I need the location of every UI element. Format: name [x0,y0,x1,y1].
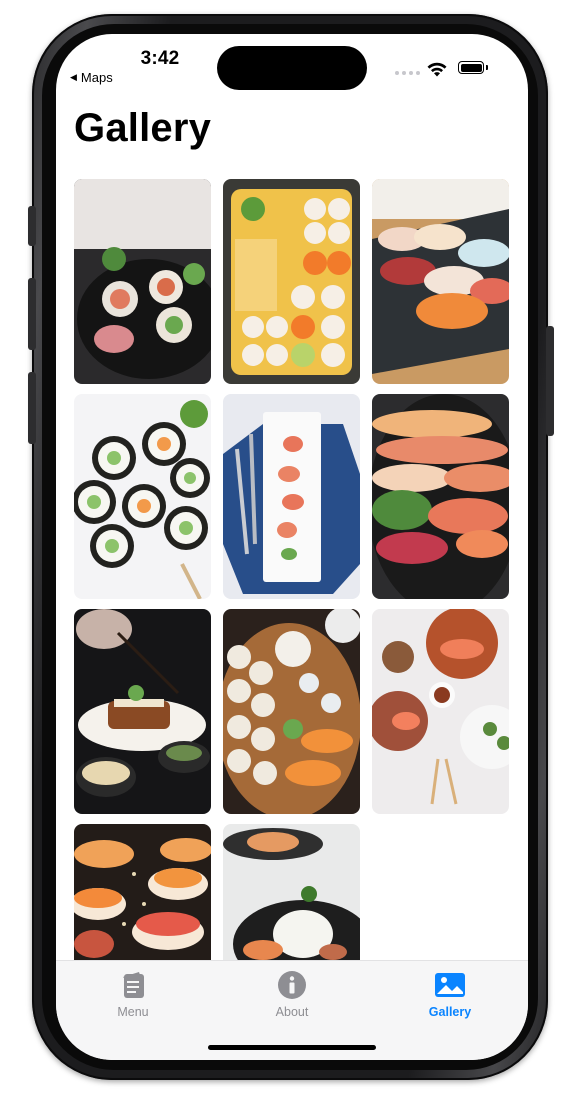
tab-about-label: About [275,1005,309,1019]
gallery-photo-2[interactable] [223,179,360,384]
back-to-maps-link[interactable]: ◀ Maps [70,70,113,85]
gallery-photo-9[interactable] [372,609,509,814]
menu-book-icon [123,972,144,998]
gallery-photo-1[interactable] [74,179,211,384]
battery-icon [458,61,484,74]
home-indicator[interactable] [208,1045,376,1050]
tab-gallery[interactable]: Gallery [390,969,510,1033]
page-title: Gallery [74,106,212,150]
gallery-photo-7[interactable] [74,609,211,814]
wifi-icon [427,62,447,77]
gallery-photo-3[interactable] [372,179,509,384]
gallery-photo-6[interactable] [372,394,509,599]
volume-down-button [28,372,36,444]
volume-up-button [28,278,36,350]
battery-cap [486,65,488,70]
info-circle-icon [278,971,306,999]
dynamic-island [217,46,367,90]
back-chevron-icon: ◀ [70,72,77,82]
tab-menu-label: Menu [117,1005,149,1019]
photo-icon [435,973,465,997]
gallery-grid [74,179,509,1029]
gallery-photo-4[interactable] [74,394,211,599]
action-button [28,206,36,246]
cellular-signal-icon [395,71,420,75]
back-link-label: Maps [80,70,113,85]
status-time: 3:42 [140,48,180,69]
tab-menu[interactable]: Menu [73,969,193,1033]
tab-gallery-label: Gallery [428,1005,472,1019]
gallery-photo-8[interactable] [223,609,360,814]
app-screen: 3:42 ◀ Maps Gallery Menu About Gallery [56,34,528,1060]
gallery-photo-5[interactable] [223,394,360,599]
tab-bar: Menu About Gallery [56,960,528,1060]
tab-about[interactable]: About [232,969,352,1033]
power-button [546,326,554,436]
